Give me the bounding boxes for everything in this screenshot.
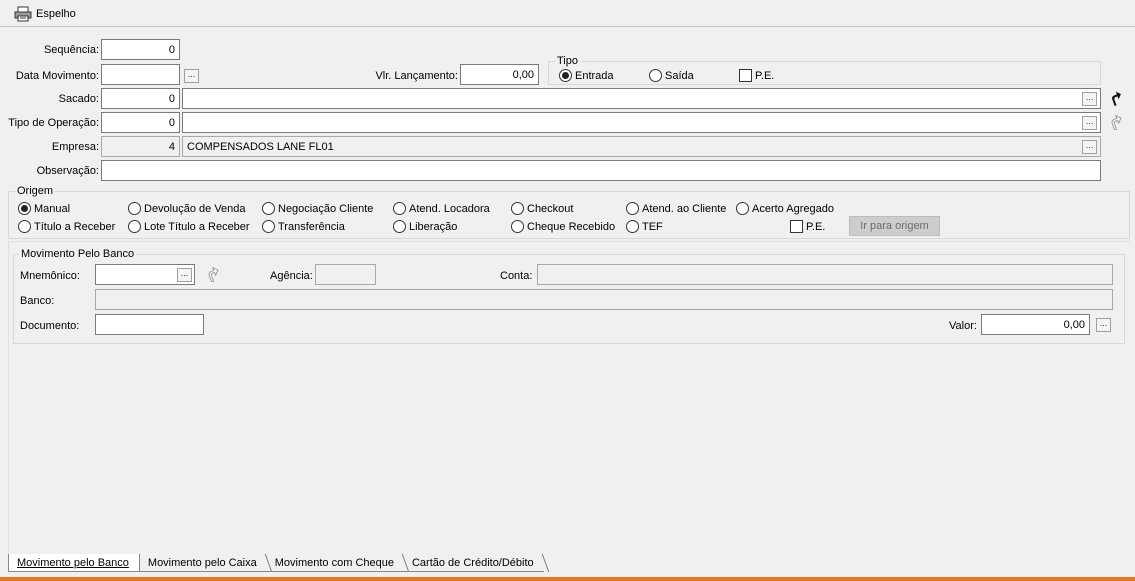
empresa-code-field: 4: [101, 136, 180, 157]
banco-field: [95, 289, 1113, 310]
origem-transferencia-radio[interactable]: Transferência: [262, 220, 345, 233]
origem-negociacao-cliente-radio[interactable]: Negociação Cliente: [262, 202, 373, 215]
conta-field: [537, 264, 1113, 285]
ir-para-origem-button[interactable]: Ir para origem: [849, 216, 940, 236]
documento-field[interactable]: [95, 314, 204, 335]
tipo-saida-radio[interactable]: Saída: [649, 69, 694, 82]
jump-arrow-disabled-icon: [1111, 114, 1122, 130]
origem-tef-radio[interactable]: TEF: [626, 220, 663, 233]
tipo-pe-checkbox[interactable]: P.E.: [739, 69, 774, 82]
tab-movimento-banco[interactable]: Movimento pelo Banco: [8, 554, 140, 572]
bottom-accent-bar: [0, 577, 1135, 581]
vlr-lancamento-label: Vlr. Lançamento:: [375, 70, 458, 82]
empresa-name-field: COMPENSADOS LANE FL01: [182, 136, 1101, 157]
sequencia-label: Sequência:: [43, 44, 99, 56]
valor-label: Valor:: [949, 320, 977, 332]
origem-pe-checkbox[interactable]: P.E.: [790, 220, 825, 233]
empresa-label: Empresa:: [51, 141, 99, 153]
mnemonico-label: Mnemônico:: [20, 270, 80, 282]
sacado-label: Sacado:: [58, 93, 99, 105]
espelho-button[interactable]: Espelho: [14, 5, 76, 23]
data-movimento-field[interactable]: [101, 64, 180, 85]
empresa-lookup-button[interactable]: ...: [1082, 140, 1097, 154]
origem-atend-cliente-radio[interactable]: Atend. ao Cliente: [626, 202, 726, 215]
sacado-name-field[interactable]: [182, 88, 1101, 109]
tab-cartao-credito-debito[interactable]: Cartão de Crédito/Débito: [403, 554, 544, 572]
origem-checkout-radio[interactable]: Checkout: [511, 202, 573, 215]
tipo-group-title: Tipo: [555, 55, 580, 67]
mnemonico-lookup-button[interactable]: ...: [177, 268, 192, 282]
documento-label: Documento:: [20, 320, 80, 332]
sequencia-field[interactable]: 0: [101, 39, 180, 60]
origem-lote-titulo-receber-radio[interactable]: Lote Título a Receber: [128, 220, 250, 233]
agencia-label: Agência:: [270, 270, 313, 282]
toolbar: [0, 0, 1135, 27]
tipo-operacao-lookup-button[interactable]: ...: [1082, 116, 1097, 130]
tipo-operacao-name-field[interactable]: [182, 112, 1101, 133]
tab-strip: Movimento pelo Banco Movimento pelo Caix…: [8, 553, 544, 572]
sacado-lookup-button[interactable]: ...: [1082, 92, 1097, 106]
espelho-label: Espelho: [36, 8, 76, 20]
origem-cheque-recebido-radio[interactable]: Cheque Recebido: [511, 220, 615, 233]
origem-atend-locadora-radio[interactable]: Atend. Locadora: [393, 202, 490, 215]
observacao-field[interactable]: [101, 160, 1101, 181]
vlr-lancamento-field[interactable]: 0,00: [460, 64, 539, 85]
sacado-code-field[interactable]: 0: [101, 88, 180, 109]
conta-label: Conta:: [500, 270, 533, 282]
origem-manual-radio[interactable]: Manual: [18, 202, 70, 215]
observacao-label: Observação:: [36, 165, 99, 177]
data-movimento-label: Data Movimento:: [15, 70, 99, 82]
tab-movimento-cheque[interactable]: Movimento com Cheque: [266, 554, 404, 572]
valor-lookup-button[interactable]: ...: [1096, 318, 1111, 332]
banco-label: Banco:: [20, 295, 55, 307]
tipo-group: [548, 61, 1101, 85]
origem-titulo-receber-radio[interactable]: Título a Receber: [18, 220, 115, 233]
tipo-operacao-code-field[interactable]: 0: [101, 112, 180, 133]
origem-liberacao-radio[interactable]: Liberação: [393, 220, 457, 233]
origem-group-title: Origem: [15, 185, 56, 197]
movimento-banco-title: Movimento Pelo Banco: [19, 248, 137, 260]
jump-arrow-icon[interactable]: [1109, 90, 1123, 106]
mnemonico-jump-disabled-icon: [208, 266, 219, 282]
valor-field[interactable]: 0,00: [981, 314, 1090, 335]
data-movimento-lookup-button[interactable]: ...: [184, 69, 199, 83]
tab-movimento-caixa[interactable]: Movimento pelo Caixa: [139, 554, 267, 572]
agencia-field: [315, 264, 376, 285]
origem-acerto-agregado-radio[interactable]: Acerto Agregado: [736, 202, 834, 215]
printer-icon: [14, 6, 32, 22]
tipo-operacao-label: Tipo de Operação:: [8, 117, 99, 129]
origem-devolucao-venda-radio[interactable]: Devolução de Venda: [128, 202, 246, 215]
tipo-entrada-radio[interactable]: Entrada: [559, 69, 614, 82]
